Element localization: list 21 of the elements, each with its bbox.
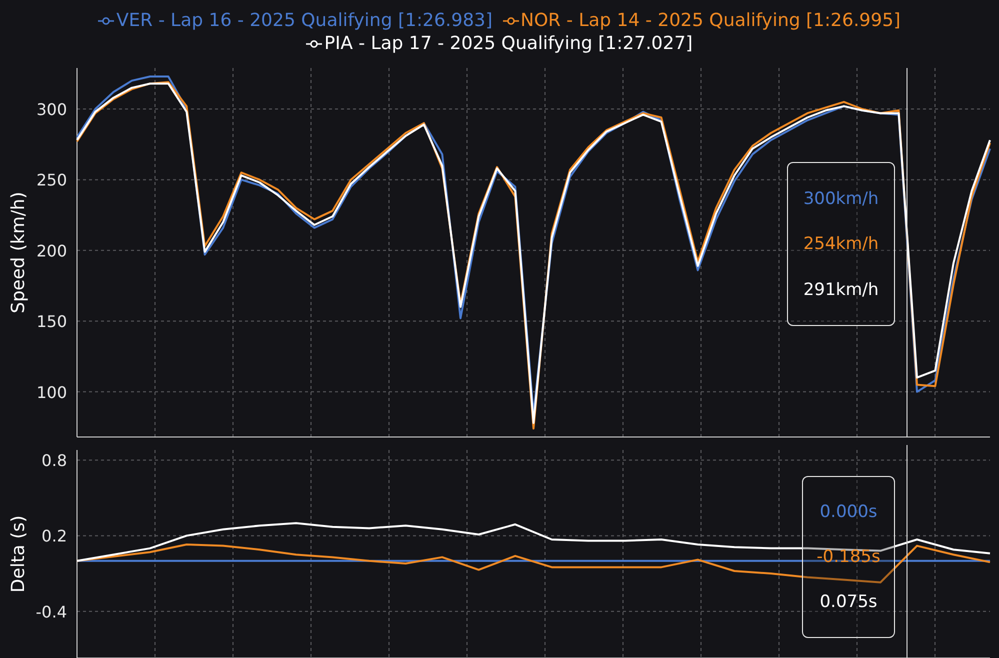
axis-tick-label: 0.8 <box>42 451 67 470</box>
legend-marker-icon <box>98 16 114 26</box>
readout-value: 0.075s <box>820 592 878 612</box>
axis-title: Delta (s) <box>8 515 29 593</box>
axis-tick-label: 150 <box>36 312 67 332</box>
axis-tick-label: 200 <box>36 241 67 260</box>
legend-item[interactable]: PIA - Lap 17 - 2025 Qualifying [1:27.027] <box>306 33 693 54</box>
axis-tick-label: 0.2 <box>42 526 67 546</box>
legend-item[interactable]: NOR - Lap 14 - 2025 Qualifying [1:26.995] <box>502 10 901 31</box>
axis-tick-label: 300 <box>36 100 67 119</box>
axis-tick-label: -0.4 <box>36 602 67 622</box>
readout-value: 254km/h <box>803 234 879 254</box>
axis-title: Speed (km/h) <box>8 192 29 314</box>
readout-value: 0.000s <box>820 502 878 522</box>
readout-value: 300km/h <box>803 188 879 208</box>
legend-item[interactable]: VER - Lap 16 - 2025 Qualifying [1:26.983] <box>98 10 493 31</box>
legend-marker-icon <box>502 16 519 26</box>
axis-tick-label: 250 <box>36 170 67 190</box>
readout-value: 291km/h <box>803 280 879 300</box>
axis-tick-label: 100 <box>36 382 67 402</box>
legend-marker-icon <box>306 38 322 48</box>
